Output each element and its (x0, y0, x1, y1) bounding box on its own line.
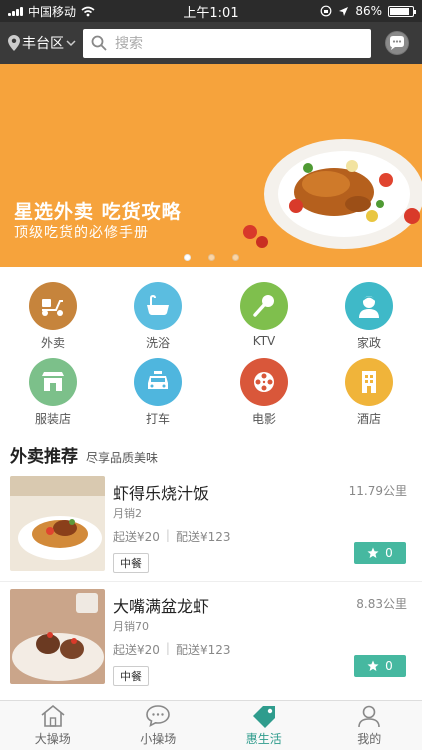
restaurant-fees: 起送¥20 | 配送¥123 (113, 528, 231, 545)
bottom-tab-bar: 大操场 小操场 惠生活 我的 (0, 700, 422, 750)
search-placeholder: 搜索 (115, 36, 143, 52)
battery-percent: 86% (355, 4, 382, 18)
favorite-count: 0 (385, 546, 393, 560)
category-label: 洗浴 (145, 336, 170, 350)
category-takeout[interactable]: 外卖 (13, 282, 93, 351)
category-label: KTV (252, 334, 276, 348)
film-reel-icon (254, 372, 274, 392)
restaurant-monthly-sales: 月销2 (113, 507, 142, 520)
category-label: 酒店 (356, 412, 381, 426)
restaurant-fees: 起送¥20 | 配送¥123 (113, 641, 231, 658)
rotation-lock-icon (320, 5, 332, 17)
signal-icon (8, 6, 23, 16)
category-clothing-store[interactable]: 服装店 (13, 358, 93, 427)
microphone-icon (253, 295, 274, 317)
location-pin-icon (8, 35, 20, 51)
carousel-dot[interactable] (183, 254, 191, 261)
category-taxi[interactable]: 打车 (118, 358, 198, 427)
category-ktv[interactable]: KTV (224, 282, 304, 348)
tab-label: 惠生活 (245, 732, 282, 746)
chat-bubble-icon (146, 705, 171, 728)
category-label: 服装店 (34, 412, 71, 426)
restaurant-distance: 8.83公里 (356, 597, 407, 611)
category-bath[interactable]: 洗浴 (118, 282, 198, 351)
battery-icon (388, 5, 416, 17)
fee-divider: | (165, 641, 170, 655)
category-housekeeping[interactable]: 家政 (329, 282, 409, 351)
banner-subtitle: 顶级吃货的必修手册 (14, 225, 149, 241)
restaurant-photo (10, 476, 105, 571)
tab-big-playground[interactable]: 大操场 (0, 701, 106, 750)
banner-title: 星选外卖 吃货攻略 (14, 201, 182, 223)
category-movie[interactable]: 电影 (224, 358, 304, 427)
user-icon (358, 705, 381, 728)
fee-divider: | (165, 528, 170, 542)
wifi-icon (81, 6, 95, 16)
chevron-down-icon (66, 40, 76, 47)
category-hotel[interactable]: 酒店 (329, 358, 409, 427)
hotel-icon (362, 371, 376, 393)
status-time: 上午1:01 (183, 5, 239, 21)
section-subtitle: 尽享品质美味 (86, 451, 159, 465)
tab-label: 大操场 (34, 732, 71, 746)
housekeeper-icon (359, 296, 379, 318)
restaurant-monthly-sales: 月销70 (113, 620, 149, 633)
carousel-dot[interactable] (207, 254, 215, 261)
location-label: 丰台区 (22, 36, 64, 52)
restaurant-item[interactable]: 虾得乐烧汁饭 11.79公里 月销2 起送¥20 | 配送¥123 中餐 0 (0, 476, 422, 584)
tab-label: 我的 (357, 732, 382, 746)
search-icon (91, 35, 107, 51)
taxi-icon (148, 371, 168, 389)
tab-me[interactable]: 我的 (317, 701, 422, 750)
location-selector[interactable]: 丰台区 (8, 33, 83, 53)
restaurant-name: 虾得乐烧汁饭 (113, 484, 210, 503)
category-label: 家政 (356, 336, 381, 350)
delivery-fee: 配送¥123 (175, 530, 231, 544)
category-label: 外卖 (40, 336, 65, 350)
bathtub-icon (147, 294, 169, 315)
location-arrow-icon (339, 6, 349, 16)
tab-small-playground[interactable]: 小操场 (106, 701, 212, 750)
chat-icon (386, 32, 408, 54)
cuisine-tag: 中餐 (113, 666, 149, 686)
cuisine-tag: 中餐 (113, 553, 149, 573)
restaurant-item[interactable]: 大嘴满盆龙虾 8.83公里 月销70 起送¥20 | 配送¥123 中餐 0 (0, 589, 422, 697)
tab-hui-life[interactable]: 惠生活 (211, 701, 317, 750)
messages-button[interactable] (385, 31, 409, 55)
search-input[interactable]: 搜索 (83, 28, 371, 58)
store-icon (42, 372, 64, 391)
favorite-count: 0 (385, 659, 393, 673)
section-title: 外卖推荐 (10, 447, 78, 467)
category-label: 打车 (145, 412, 170, 426)
tab-label: 小操场 (140, 732, 177, 746)
carousel-dot[interactable] (231, 254, 239, 261)
min-order: 起送¥20 (113, 530, 160, 544)
category-label: 电影 (251, 412, 276, 426)
price-tag-icon (252, 706, 275, 728)
favorite-button[interactable]: 0 (354, 655, 406, 677)
category-grid: 外卖 洗浴 KTV 家政 服装店 打车 电影 酒店 (0, 282, 422, 427)
restaurant-photo (10, 589, 105, 684)
status-bar: 中国移动 上午1:01 86% (0, 0, 422, 22)
promo-banner[interactable]: 星选外卖 吃货攻略 顶级吃货的必修手册 (0, 64, 422, 267)
carousel-dots (0, 254, 422, 261)
scooter-icon (42, 299, 63, 316)
restaurant-distance: 11.79公里 (348, 484, 407, 498)
top-header: 丰台区 搜索 (0, 22, 422, 64)
home-icon (41, 704, 65, 727)
star-icon (367, 660, 379, 671)
divider (0, 581, 422, 582)
delivery-fee: 配送¥123 (175, 643, 231, 657)
favorite-button[interactable]: 0 (354, 542, 406, 564)
carrier-name: 中国移动 (28, 4, 77, 19)
section-header: 外卖推荐 尽享品质美味 (10, 442, 158, 467)
restaurant-name: 大嘴满盆龙虾 (113, 597, 210, 616)
min-order: 起送¥20 (113, 643, 160, 657)
star-icon (367, 547, 379, 558)
